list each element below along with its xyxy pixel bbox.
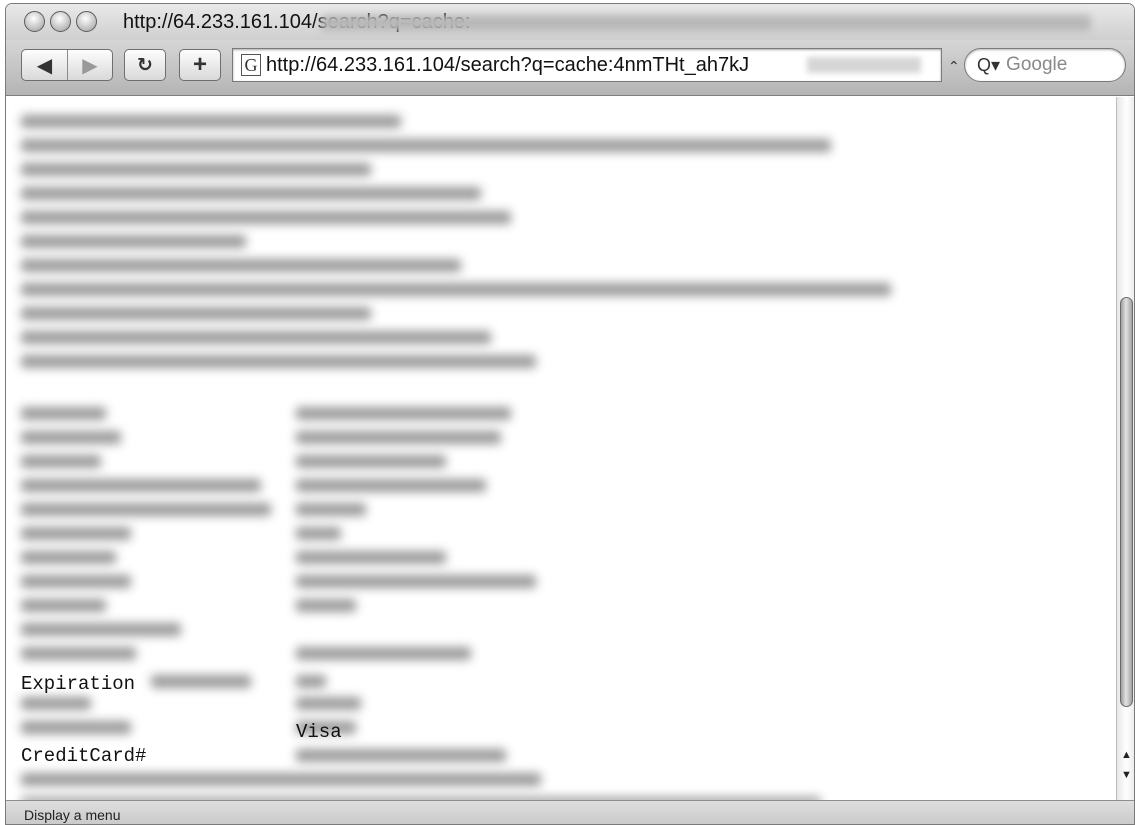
credit-card-label: CreditCard# xyxy=(21,745,147,767)
redacted-value xyxy=(296,575,536,588)
reload-button[interactable]: ↻ xyxy=(124,49,166,81)
redacted-label xyxy=(21,551,116,564)
redacted-line xyxy=(21,283,891,296)
title-bar: http://64.233.161.104/search?q=cache: xyxy=(6,4,1134,40)
redacted-value xyxy=(296,749,506,762)
toolbar: ◀ ▶ ↻ + G http://64.233.161.104/search?q… xyxy=(6,40,1134,96)
google-favicon-icon: G xyxy=(241,54,261,76)
redacted-label xyxy=(21,697,91,710)
redacted-title-region xyxy=(321,15,1091,31)
redacted-line xyxy=(21,355,536,368)
redacted-line xyxy=(21,211,511,224)
vertical-scrollbar[interactable]: ▲ ▼ xyxy=(1116,97,1134,800)
card-type-value: Visa xyxy=(296,721,342,743)
redacted-value xyxy=(296,647,471,660)
expiration-label: Expiration xyxy=(21,673,136,695)
close-window-button[interactable] xyxy=(24,11,45,32)
redacted-line xyxy=(21,187,481,200)
forward-arrow-icon: ▶ xyxy=(82,54,98,77)
redacted-line xyxy=(21,307,371,320)
redacted-label xyxy=(21,623,181,636)
plus-icon: + xyxy=(192,51,207,78)
redacted-label xyxy=(21,527,131,540)
search-placeholder: Google xyxy=(1006,54,1068,75)
back-arrow-icon: ◀ xyxy=(36,54,53,77)
url-dropdown-icon[interactable]: ⌃ xyxy=(948,58,960,75)
redacted-value xyxy=(296,675,326,688)
redacted-label xyxy=(21,407,106,420)
status-bar: Display a menu xyxy=(6,800,1134,824)
redacted-value xyxy=(296,455,446,468)
add-bookmark-button[interactable]: + xyxy=(179,49,221,81)
redacted-line xyxy=(21,163,371,176)
browser-window: http://64.233.161.104/search?q=cache: ◀ … xyxy=(5,3,1135,825)
redacted-label xyxy=(21,455,101,468)
zoom-window-button[interactable] xyxy=(76,11,97,32)
scrollbar-thumb[interactable] xyxy=(1120,297,1133,707)
redacted-line xyxy=(21,331,491,344)
search-field[interactable]: Q▾ Google xyxy=(964,48,1126,82)
redacted-label xyxy=(151,675,251,688)
redacted-value xyxy=(296,697,361,710)
back-button[interactable]: ◀ xyxy=(22,50,67,80)
forward-button[interactable]: ▶ xyxy=(66,50,112,80)
address-bar[interactable]: G http://64.233.161.104/search?q=cache:4… xyxy=(232,48,942,82)
redacted-url-region xyxy=(807,57,921,73)
redacted-value xyxy=(296,599,356,612)
redacted-label xyxy=(21,431,121,444)
back-forward-control: ◀ ▶ xyxy=(21,49,113,81)
redacted-line xyxy=(21,115,401,128)
redacted-line xyxy=(21,139,831,152)
redacted-line xyxy=(21,235,246,248)
redacted-label xyxy=(21,575,131,588)
redacted-label xyxy=(21,503,271,516)
redacted-line xyxy=(21,773,541,786)
redacted-line xyxy=(21,259,461,272)
scroll-down-arrow-icon[interactable]: ▼ xyxy=(1121,769,1132,781)
page-content: Expiration Visa CreditCard# xyxy=(6,97,1116,800)
redacted-value xyxy=(296,503,366,516)
status-text: Display a menu xyxy=(24,807,121,823)
minimize-window-button[interactable] xyxy=(50,11,71,32)
redacted-value xyxy=(296,407,511,420)
redacted-value xyxy=(296,551,446,564)
reload-icon: ↻ xyxy=(137,54,153,76)
scroll-up-arrow-icon[interactable]: ▲ xyxy=(1121,749,1132,761)
redacted-label xyxy=(21,479,261,492)
redacted-label xyxy=(21,721,131,734)
redacted-value xyxy=(296,479,486,492)
redacted-value xyxy=(296,431,501,444)
search-icon[interactable]: Q▾ xyxy=(977,55,1000,76)
redacted-label xyxy=(21,599,106,612)
redacted-value xyxy=(296,527,341,540)
redacted-label xyxy=(21,647,136,660)
address-text[interactable]: http://64.233.161.104/search?q=cache:4nm… xyxy=(266,54,749,77)
